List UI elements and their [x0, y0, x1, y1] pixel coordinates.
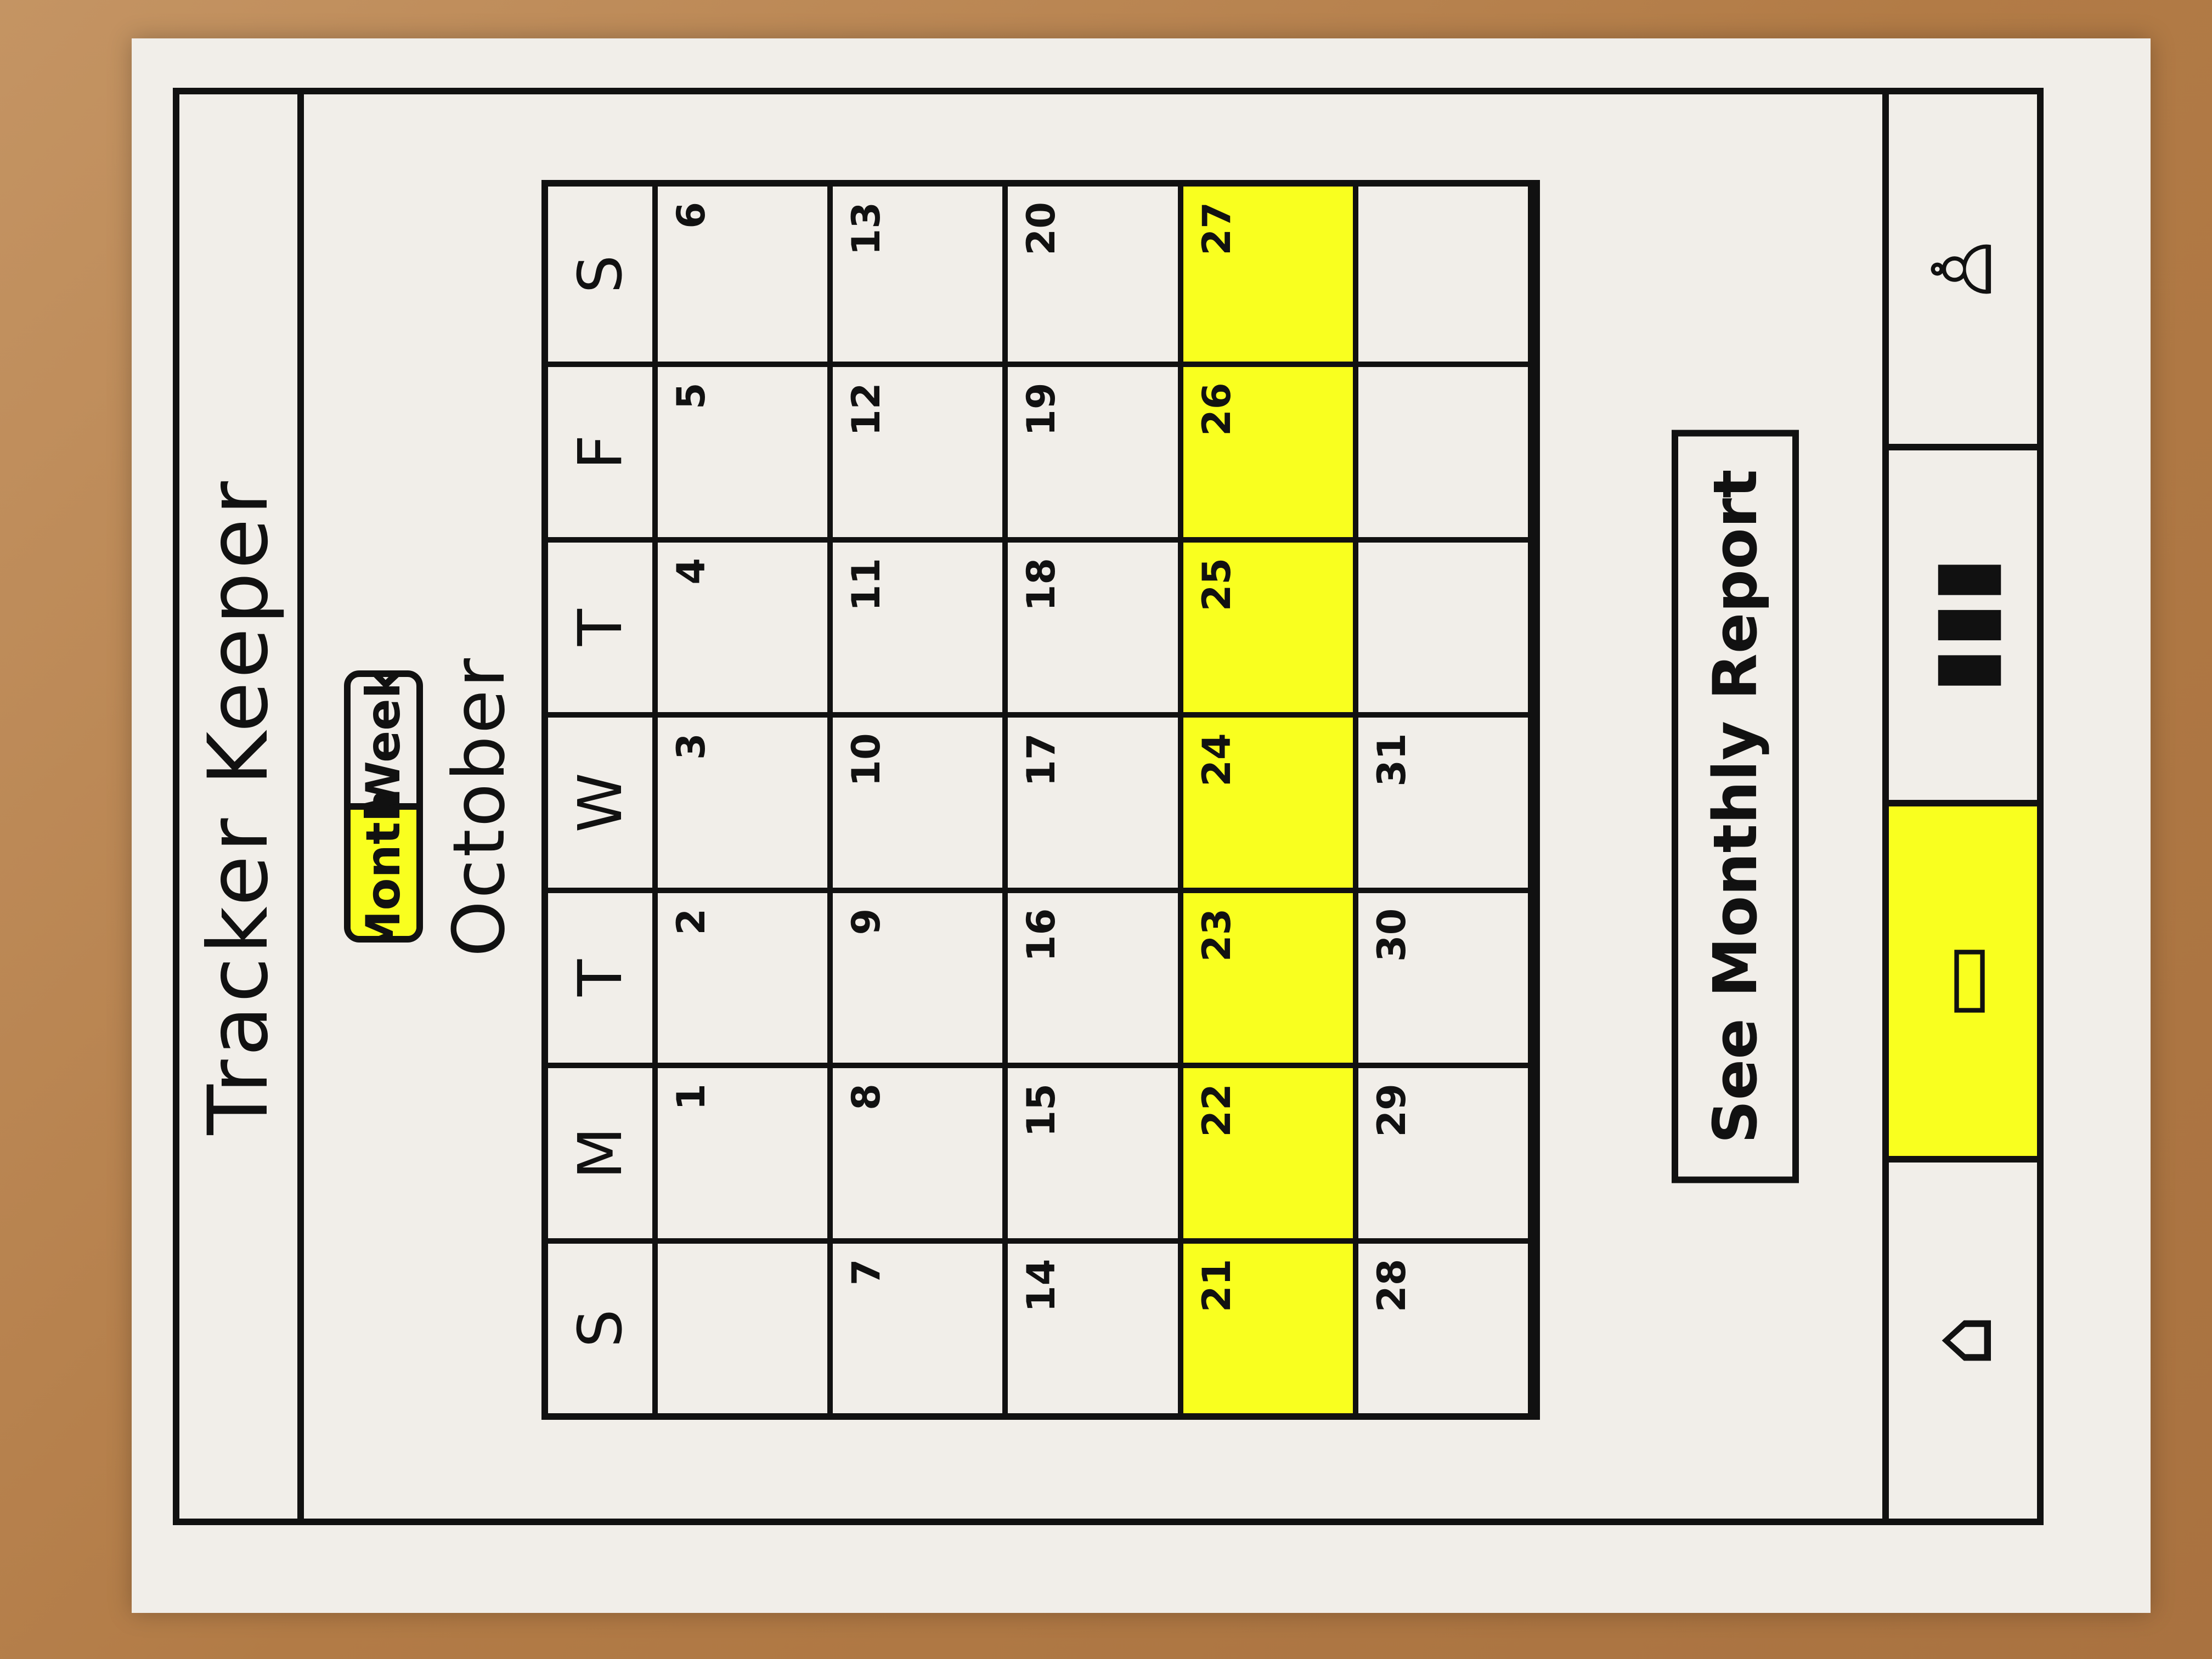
day-number: 25 [1194, 557, 1239, 612]
day-number: 7 [844, 1259, 889, 1286]
calendar-day-cell[interactable]: 29 [1358, 1063, 1533, 1238]
calendar-day-cell[interactable]: 8 [833, 1063, 1008, 1238]
app-title: Tracker Keeper [190, 478, 286, 1135]
calendar-day-cell[interactable]: 22 [1183, 1063, 1358, 1238]
see-monthly-report-button[interactable]: See Monthly Report [1672, 430, 1799, 1183]
month-title: October [437, 656, 521, 957]
calendar-day-cell [1358, 537, 1533, 713]
calendar-day-cell[interactable]: 30 [1358, 887, 1533, 1063]
calendar-day-cell[interactable]: 26 [1183, 362, 1358, 537]
calendar-day-cell[interactable]: 21 [1183, 1238, 1358, 1413]
calendar-day-cell[interactable]: 12 [833, 362, 1008, 537]
day-number: 10 [844, 733, 889, 787]
calendar-day-cell[interactable]: 23 [1183, 887, 1358, 1063]
calendar-day-cell [658, 1238, 833, 1413]
tab-bar-chart[interactable]: ▮▮▮ [1889, 450, 2037, 806]
day-number: 6 [669, 202, 714, 229]
calendar-day-cell[interactable]: 7 [833, 1238, 1008, 1413]
calendar-day-cell[interactable]: 5 [658, 362, 833, 537]
calendar-day-cell[interactable]: 16 [1008, 887, 1183, 1063]
weekday-header: S [548, 1238, 658, 1413]
day-number: 15 [1019, 1084, 1064, 1137]
day-number: 8 [844, 1084, 889, 1110]
calendar-day-cell[interactable]: 1 [658, 1063, 833, 1238]
calendar-day-cell[interactable]: 24 [1183, 712, 1358, 888]
day-number: 12 [844, 382, 889, 436]
calendar-day-cell[interactable]: 13 [833, 187, 1008, 362]
weekday-header: T [548, 887, 658, 1063]
day-number: 14 [1019, 1259, 1064, 1312]
weekday-header: F [548, 362, 658, 537]
week-toggle-button[interactable]: Week [351, 670, 416, 813]
bar-chart-icon: ▮▮▮ [1915, 557, 2011, 693]
day-number: 21 [1194, 1259, 1239, 1312]
calendar-day-cell[interactable]: 6 [658, 187, 833, 362]
day-number: 26 [1194, 382, 1239, 436]
calendar-day-cell[interactable]: 20 [1008, 187, 1183, 362]
day-number: 29 [1369, 1084, 1414, 1137]
day-number: 27 [1194, 202, 1239, 256]
day-number: 2 [669, 908, 714, 935]
view-toggle: Month Week [344, 670, 423, 943]
calendar-day-cell [1358, 187, 1533, 362]
day-number: 3 [669, 733, 714, 760]
calendar-day-cell[interactable]: 10 [833, 712, 1008, 888]
day-number: 1 [669, 1084, 714, 1110]
day-number: 24 [1194, 733, 1239, 787]
day-number: 9 [844, 908, 889, 935]
weekday-header: W [548, 712, 658, 888]
calendar-day-cell[interactable]: 18 [1008, 537, 1183, 713]
calendar-day-cell[interactable]: 4 [658, 537, 833, 713]
weekday-header: S [548, 187, 658, 362]
home-icon: ⌂ [1915, 1314, 2011, 1367]
tab-home[interactable]: ⌂ [1889, 1163, 2037, 1519]
tab-calendar[interactable]: ▭ [1889, 806, 2037, 1163]
tab-profile[interactable]: ♙ [1889, 94, 2037, 450]
calendar-day-cell[interactable]: 31 [1358, 712, 1533, 888]
day-number: 28 [1369, 1259, 1414, 1312]
calendar-day-cell[interactable]: 14 [1008, 1238, 1183, 1413]
day-number: 16 [1019, 908, 1064, 962]
calendar-day-cell[interactable]: 17 [1008, 712, 1183, 888]
weekday-header: T [548, 537, 658, 713]
calendar-icon: ▭ [1915, 942, 2011, 1020]
calendar-day-cell[interactable]: 25 [1183, 537, 1358, 713]
phone-frame: Tracker Keeper Month Week October SMTWTF… [173, 88, 2044, 1525]
calendar-day-cell[interactable]: 11 [833, 537, 1008, 713]
calendar-day-cell[interactable]: 3 [658, 712, 833, 888]
calendar-grid: S M T W T F S 1 2 3 4 5 6 7 8 9 10 11 12 13 14 15 16 17 18 19 20 21… [541, 180, 1540, 1420]
calendar-day-cell[interactable]: 27 [1183, 187, 1358, 362]
day-number: 13 [844, 202, 889, 256]
day-number: 11 [844, 557, 889, 612]
day-number: 4 [669, 557, 714, 585]
day-number: 19 [1019, 382, 1064, 436]
calendar-day-cell [1358, 362, 1533, 537]
app-header: Tracker Keeper [179, 94, 304, 1519]
day-number: 5 [669, 382, 714, 410]
calendar-day-cell[interactable]: 9 [833, 887, 1008, 1063]
calendar-day-cell[interactable]: 28 [1358, 1238, 1533, 1413]
day-number: 30 [1369, 908, 1414, 962]
bottom-tab-bar: ⌂ ▭ ▮▮▮ ♙ [1882, 94, 2037, 1519]
day-number: 31 [1369, 733, 1414, 787]
calendar-day-cell[interactable]: 15 [1008, 1063, 1183, 1238]
day-number: 18 [1019, 557, 1064, 612]
calendar-day-cell[interactable]: 2 [658, 887, 833, 1063]
calendar-day-cell[interactable]: 19 [1008, 362, 1183, 537]
day-number: 23 [1194, 908, 1239, 962]
profile-icon: ♙ [1915, 232, 2011, 306]
day-number: 22 [1194, 1084, 1239, 1137]
month-toggle-button[interactable]: Month [351, 788, 416, 943]
day-number: 20 [1019, 202, 1064, 256]
day-number: 17 [1019, 733, 1064, 787]
weekday-header: M [548, 1063, 658, 1238]
